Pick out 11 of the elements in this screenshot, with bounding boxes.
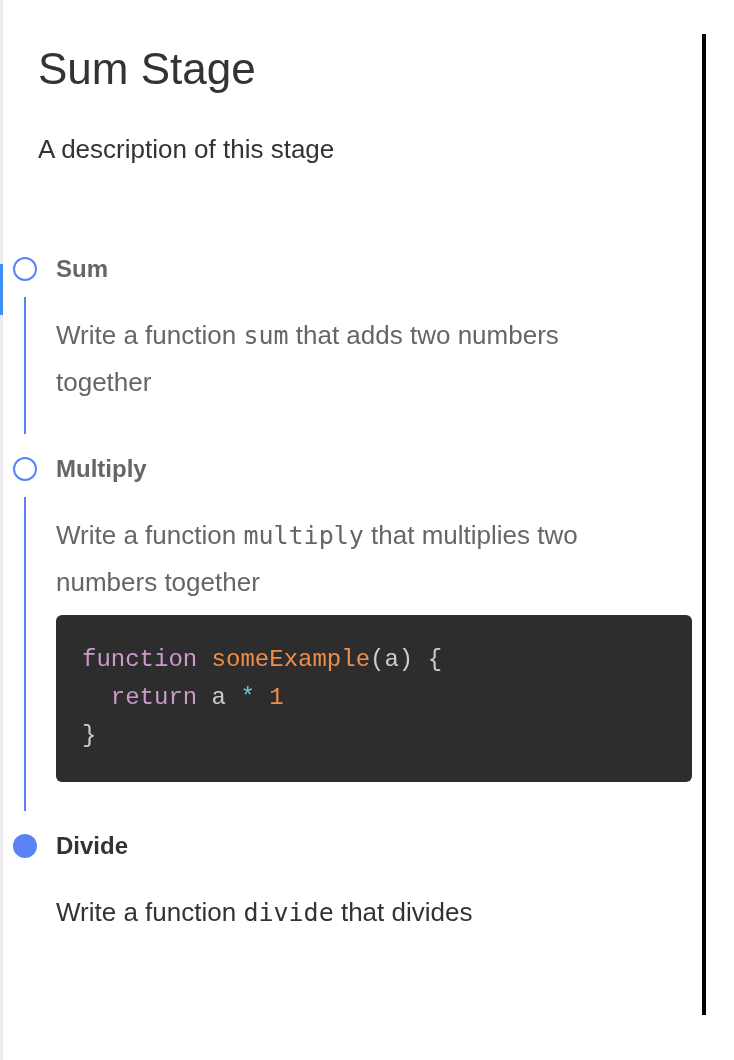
code-line: return a * 1 [109, 683, 285, 713]
step-description: Write a function divide that divides [56, 896, 474, 929]
code-line: function someExample(a) { [82, 645, 444, 675]
step-title: Divide [56, 831, 129, 861]
step-title: Sum [56, 254, 108, 284]
step-description: Write a function multiply that multiplies two numbers together [56, 519, 579, 599]
page-title: Sum Stage [38, 44, 257, 94]
code-line: } [82, 721, 98, 751]
step-description: Write a function sum that adds two numbers together [56, 319, 560, 399]
step-title: Multiply [56, 454, 147, 484]
stage-description: A description of this stage [38, 134, 336, 164]
